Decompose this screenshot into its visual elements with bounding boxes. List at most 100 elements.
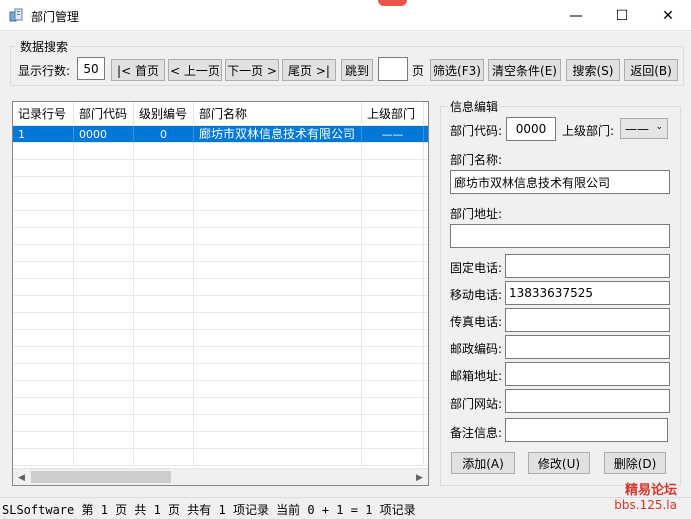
empty-table-cell: [13, 432, 74, 449]
address-input[interactable]: [450, 224, 670, 248]
empty-table-row: [13, 381, 428, 398]
horizontal-scrollbar[interactable]: ◀ ▶: [13, 468, 428, 485]
empty-table-cell: [362, 279, 424, 296]
watermark-url: bbs.125.la: [614, 498, 677, 512]
parent-label: 上级部门:: [562, 124, 615, 138]
column-header[interactable]: 部门代码: [74, 102, 134, 126]
empty-table-cell: [194, 449, 362, 466]
empty-table-row: [13, 432, 428, 449]
column-header[interactable]: 记录行号: [13, 102, 74, 126]
empty-table-cell: [194, 398, 362, 415]
scroll-left-icon[interactable]: ◀: [13, 469, 30, 485]
code-input[interactable]: 0000: [506, 117, 556, 141]
maximize-button[interactable]: ☐: [599, 0, 645, 31]
table-cell: 0: [134, 126, 194, 143]
page-input[interactable]: [378, 57, 408, 81]
empty-table-cell: [362, 415, 424, 432]
empty-table-cell: [424, 364, 428, 381]
filter-button[interactable]: 筛选(F3): [430, 59, 484, 81]
modify-button[interactable]: 修改(U): [528, 452, 590, 474]
rows-label: 显示行数:: [18, 64, 71, 78]
empty-table-row: [13, 330, 428, 347]
empty-table-cell: [74, 347, 134, 364]
clear-conditions-button[interactable]: 清空条件(E): [488, 59, 561, 81]
empty-table-cell: [194, 228, 362, 245]
scrollbar-thumb[interactable]: [31, 471, 171, 483]
name-label: 部门名称:: [450, 153, 503, 167]
empty-table-cell: [362, 347, 424, 364]
empty-table-cell: [13, 415, 74, 432]
empty-table-cell: [13, 381, 74, 398]
fax-label: 传真电话:: [450, 315, 503, 329]
empty-table-cell: [13, 160, 74, 177]
rows-input[interactable]: 50: [77, 57, 105, 80]
search-group-legend: 数据搜索: [18, 38, 71, 55]
empty-table-row: [13, 194, 428, 211]
empty-table-cell: [194, 177, 362, 194]
empty-table-row: [13, 245, 428, 262]
column-header[interactable]: |: [424, 102, 428, 126]
empty-table-cell: [13, 177, 74, 194]
empty-table-cell: [13, 398, 74, 415]
empty-table-row: [13, 228, 428, 245]
table-cell: [424, 126, 428, 143]
chevron-down-icon: ⌄: [655, 122, 663, 132]
scroll-right-icon[interactable]: ▶: [411, 469, 428, 485]
table-cell: 0000: [74, 126, 134, 143]
zip-input[interactable]: [505, 335, 670, 359]
empty-table-row: [13, 313, 428, 330]
empty-table-cell: [194, 415, 362, 432]
empty-table-cell: [424, 211, 428, 228]
mobile-input[interactable]: 13833637525: [505, 281, 670, 305]
back-button[interactable]: 返回(B): [624, 59, 678, 81]
add-button[interactable]: 添加(A): [451, 452, 515, 474]
capture-tab: [378, 0, 407, 6]
empty-table-cell: [362, 313, 424, 330]
maximize-icon: ☐: [615, 7, 629, 24]
parent-select[interactable]: —— ⌄: [620, 118, 668, 139]
empty-table-row: [13, 347, 428, 364]
table-row[interactable]: 1 0000 0 廊坊市双林信息技术有限公司 ——: [13, 126, 428, 143]
phone-input[interactable]: [505, 254, 670, 278]
column-header[interactable]: 上级部门: [362, 102, 424, 126]
notes-input[interactable]: [505, 418, 668, 442]
empty-table-cell: [362, 296, 424, 313]
empty-table-row: [13, 160, 428, 177]
empty-table-cell: [194, 194, 362, 211]
jump-button[interactable]: 跳到: [341, 59, 373, 81]
empty-table-cell: [362, 228, 424, 245]
next-page-button[interactable]: 下一页 >: [225, 59, 279, 81]
website-input[interactable]: [505, 389, 670, 413]
minimize-button[interactable]: —: [553, 0, 599, 31]
first-page-button[interactable]: |< 首页: [111, 59, 165, 81]
prev-page-button[interactable]: < 上一页: [168, 59, 222, 81]
department-table[interactable]: 记录行号 部门代码 级别编号 部门名称 上级部门 | 1 0000 0 廊坊市双…: [12, 101, 429, 486]
last-page-button[interactable]: 尾页 >|: [282, 59, 336, 81]
watermark-title: 精易论坛: [624, 483, 677, 498]
empty-table-cell: [13, 296, 74, 313]
empty-table-cell: [134, 211, 194, 228]
empty-table-cell: [134, 194, 194, 211]
empty-table-cell: [194, 296, 362, 313]
empty-table-cell: [74, 398, 134, 415]
search-button[interactable]: 搜索(S): [566, 59, 620, 81]
close-button[interactable]: ✕: [645, 0, 691, 31]
email-input[interactable]: [505, 362, 670, 386]
column-header[interactable]: 部门名称: [194, 102, 362, 126]
empty-table-cell: [194, 279, 362, 296]
empty-table-row: [13, 279, 428, 296]
email-label: 邮箱地址:: [450, 369, 503, 383]
column-header[interactable]: 级别编号: [134, 102, 194, 126]
empty-table-row: [13, 177, 428, 194]
empty-table-cell: [13, 262, 74, 279]
empty-table-cell: [74, 296, 134, 313]
empty-table-row: [13, 364, 428, 381]
fax-input[interactable]: [505, 308, 670, 332]
minimize-icon: —: [569, 7, 583, 24]
empty-table-cell: [134, 262, 194, 279]
empty-table-cell: [74, 313, 134, 330]
delete-button[interactable]: 删除(D): [604, 452, 666, 474]
empty-table-cell: [74, 449, 134, 466]
name-input[interactable]: 廊坊市双林信息技术有限公司: [450, 170, 670, 194]
empty-table-cell: [424, 330, 428, 347]
